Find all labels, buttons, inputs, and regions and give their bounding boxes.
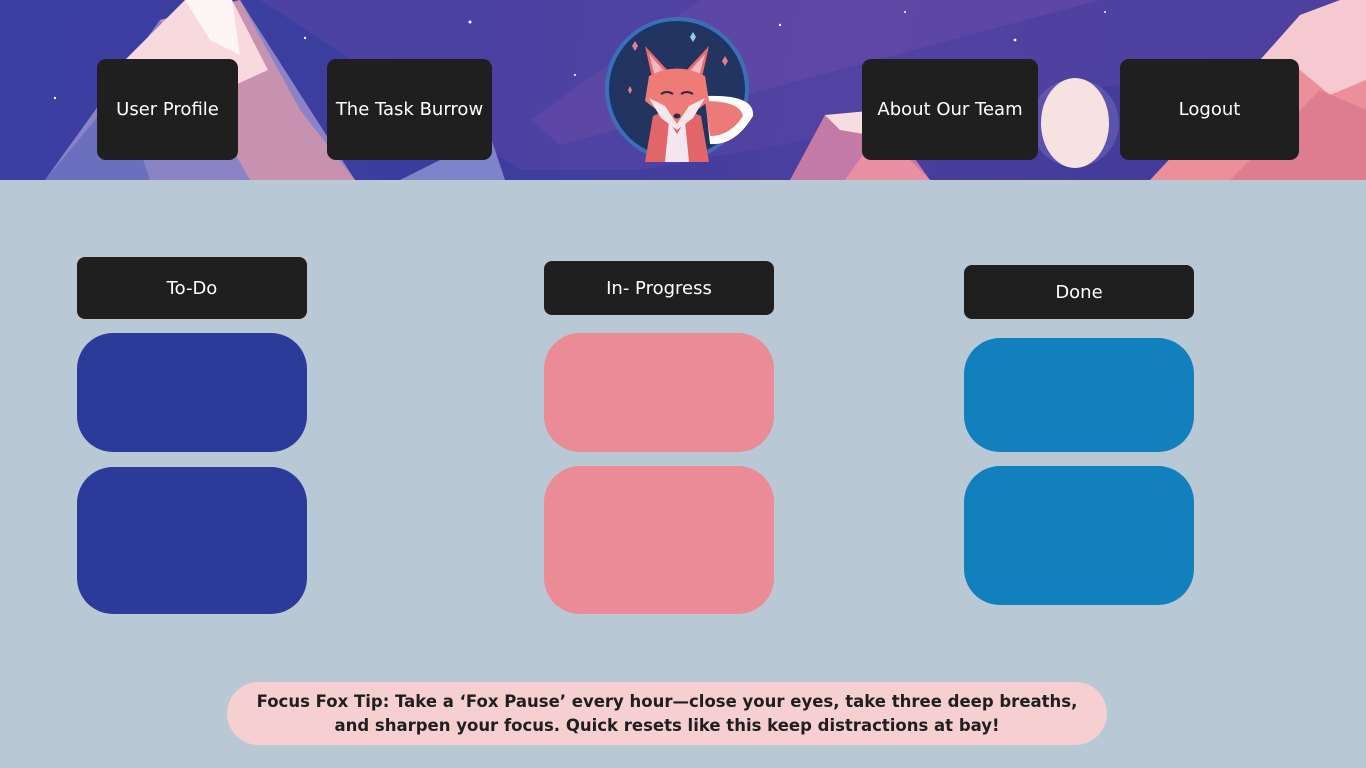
logout-button[interactable]: Logout	[1120, 59, 1299, 160]
header-banner: User Profile The Task Burrow About Our T…	[0, 0, 1366, 180]
logout-label: Logout	[1178, 99, 1241, 120]
about-team-label: About Our Team	[877, 99, 1023, 120]
task-card[interactable]	[964, 338, 1194, 452]
task-card[interactable]	[77, 467, 307, 614]
column-title-in-progress: In- Progress	[544, 261, 774, 315]
focus-tip-banner: Focus Fox Tip: Take a ‘Fox Pause’ every …	[227, 682, 1107, 745]
about-team-button[interactable]: About Our Team	[862, 59, 1038, 160]
column-title-done: Done	[964, 265, 1194, 319]
task-card[interactable]	[544, 466, 774, 614]
column-title-todo: To-Do	[77, 257, 307, 319]
column-title-in-progress-label: In- Progress	[606, 277, 712, 299]
user-profile-button[interactable]: User Profile	[97, 59, 238, 160]
focus-tip-text: Focus Fox Tip: Take a ‘Fox Pause’ every …	[256, 691, 1078, 735]
task-card[interactable]	[964, 466, 1194, 605]
fox-logo-icon[interactable]	[605, 16, 753, 162]
task-burrow-label: The Task Burrow	[335, 99, 484, 120]
task-card[interactable]	[77, 333, 307, 452]
task-burrow-button[interactable]: The Task Burrow	[327, 59, 492, 160]
column-title-todo-label: To-Do	[166, 277, 218, 299]
column-title-done-label: Done	[1055, 281, 1103, 303]
task-card[interactable]	[544, 333, 774, 452]
user-profile-label: User Profile	[116, 99, 219, 120]
